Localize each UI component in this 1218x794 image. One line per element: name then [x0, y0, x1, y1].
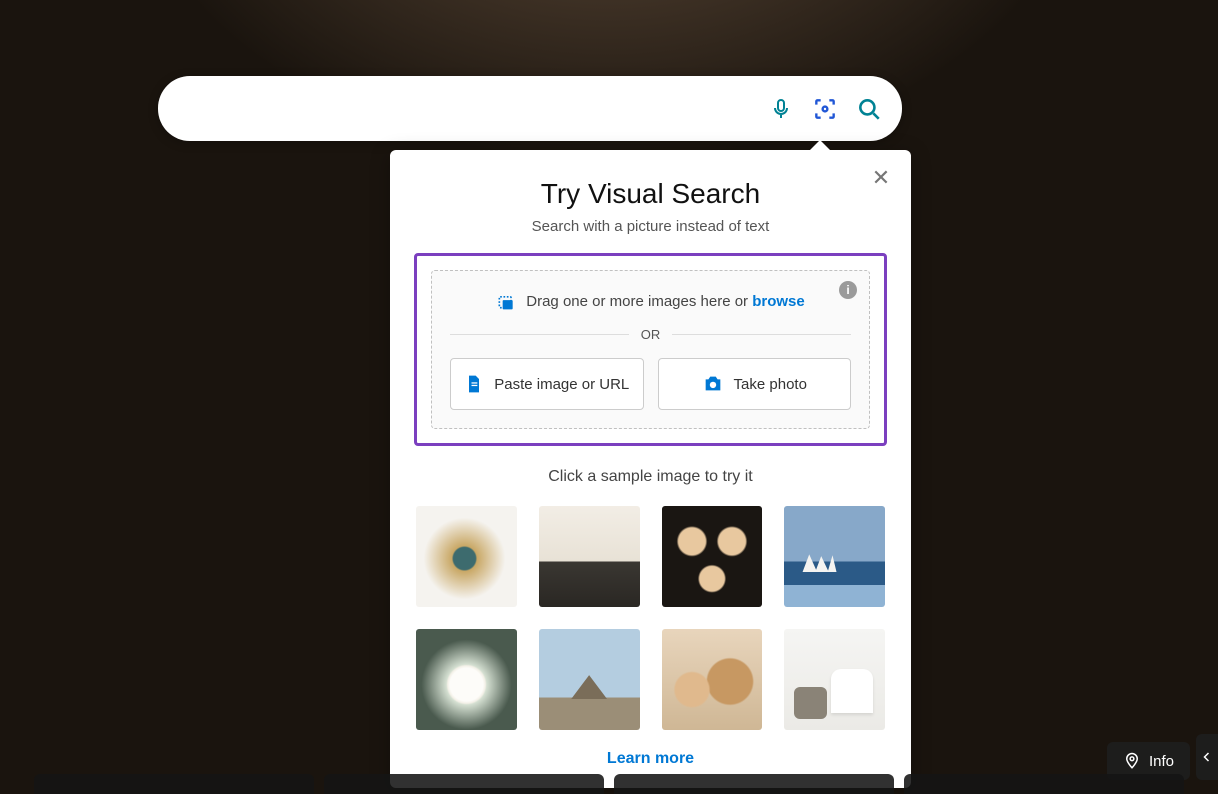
visual-search-icon[interactable] — [812, 96, 838, 122]
learn-more-link[interactable]: Learn more — [414, 750, 887, 768]
sample-image-louvre[interactable] — [539, 629, 640, 730]
search-input[interactable] — [186, 98, 768, 119]
news-card[interactable] — [904, 774, 1184, 794]
browse-link[interactable]: browse — [752, 293, 805, 310]
news-card[interactable] — [34, 774, 314, 794]
news-card[interactable] — [614, 774, 894, 794]
sample-image-sunglasses[interactable] — [416, 506, 517, 607]
sample-image-dogs[interactable] — [662, 629, 763, 730]
popover-title: Try Visual Search — [414, 178, 887, 210]
info-icon[interactable]: i — [839, 281, 857, 299]
image-upload-icon — [496, 291, 516, 311]
sample-image-grid — [414, 506, 887, 730]
search-bar — [158, 76, 902, 141]
image-dropzone[interactable]: i Drag one or more images here or browse… — [431, 270, 870, 429]
news-card[interactable] — [324, 774, 604, 794]
close-icon[interactable]: ✕ — [867, 164, 895, 192]
sample-image-white-rose[interactable] — [416, 629, 517, 730]
visual-search-popover: ✕ Try Visual Search Search with a pictur… — [390, 150, 911, 788]
news-carousel — [0, 774, 1218, 794]
sample-image-dining-room[interactable] — [539, 506, 640, 607]
take-photo-button[interactable]: Take photo — [658, 358, 852, 410]
or-divider: OR — [450, 327, 851, 342]
highlighted-dropzone-frame: i Drag one or more images here or browse… — [414, 253, 887, 446]
microphone-icon[interactable] — [768, 96, 794, 122]
paste-url-button[interactable]: Paste image or URL — [450, 358, 644, 410]
sample-image-sydney-opera[interactable] — [784, 506, 885, 607]
document-icon — [464, 374, 484, 394]
dropzone-instruction: Drag one or more images here or browse — [450, 291, 851, 311]
camera-icon — [702, 373, 724, 395]
sample-image-chair[interactable] — [784, 629, 885, 730]
search-icon[interactable] — [856, 96, 882, 122]
sample-image-latte-art[interactable] — [662, 506, 763, 607]
location-pin-icon — [1123, 752, 1141, 770]
sample-instruction: Click a sample image to try it — [414, 468, 887, 486]
popover-subtitle: Search with a picture instead of text — [414, 218, 887, 235]
